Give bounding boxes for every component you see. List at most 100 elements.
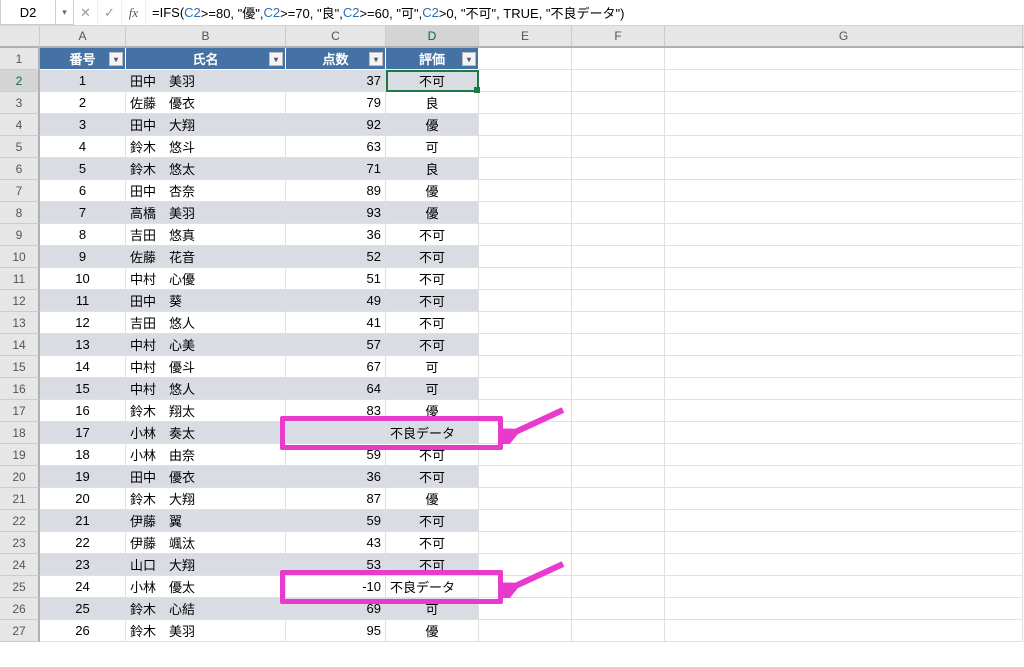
cell-score[interactable]: 93: [286, 202, 386, 224]
cell-grade[interactable]: 不可: [386, 224, 479, 246]
cell-empty[interactable]: [665, 378, 1023, 400]
cell-name[interactable]: 小林 由奈: [126, 444, 286, 466]
cell-empty[interactable]: [479, 92, 572, 114]
row-header-3[interactable]: 3: [0, 92, 40, 114]
cell-empty[interactable]: [479, 378, 572, 400]
column-header-f[interactable]: F: [572, 26, 665, 46]
cell-empty[interactable]: [572, 620, 665, 642]
cell-number[interactable]: 19: [40, 466, 126, 488]
cell-score[interactable]: 67: [286, 356, 386, 378]
row-header-17[interactable]: 17: [0, 400, 40, 422]
cell-score[interactable]: 37: [286, 70, 386, 92]
cell-score[interactable]: 87: [286, 488, 386, 510]
cell-grade[interactable]: 不可: [386, 466, 479, 488]
row-header-25[interactable]: 25: [0, 576, 40, 598]
cell-grade[interactable]: 不良データ: [386, 422, 479, 444]
cell-grade[interactable]: 優: [386, 202, 479, 224]
column-header-g[interactable]: G: [665, 26, 1023, 46]
cell-number[interactable]: 26: [40, 620, 126, 642]
th-score[interactable]: 点数▾: [286, 48, 386, 70]
cell-empty[interactable]: [665, 158, 1023, 180]
row-header-2[interactable]: 2: [0, 70, 40, 92]
cell-empty[interactable]: [665, 422, 1023, 444]
cell-empty[interactable]: [572, 70, 665, 92]
cell-number[interactable]: 15: [40, 378, 126, 400]
cell-grade[interactable]: 不可: [386, 290, 479, 312]
cell-score[interactable]: 92: [286, 114, 386, 136]
cell-empty[interactable]: [572, 180, 665, 202]
cell-empty[interactable]: [665, 510, 1023, 532]
cell-name[interactable]: 鈴木 心結: [126, 598, 286, 620]
cell-name[interactable]: 小林 優太: [126, 576, 286, 598]
cell-score[interactable]: 41: [286, 312, 386, 334]
cell-number[interactable]: 16: [40, 400, 126, 422]
cell-score[interactable]: [286, 422, 386, 444]
cell-empty[interactable]: [479, 510, 572, 532]
cell-empty[interactable]: [572, 488, 665, 510]
cell-name[interactable]: 田中 優衣: [126, 466, 286, 488]
cell-number[interactable]: 8: [40, 224, 126, 246]
column-header-c[interactable]: C: [286, 26, 386, 46]
cell-name[interactable]: 伊藤 颯汰: [126, 532, 286, 554]
cell-empty[interactable]: [572, 224, 665, 246]
cell-score[interactable]: 64: [286, 378, 386, 400]
cell-number[interactable]: 11: [40, 290, 126, 312]
row-header-12[interactable]: 12: [0, 290, 40, 312]
cell-empty[interactable]: [479, 158, 572, 180]
cell-empty[interactable]: [665, 48, 1023, 70]
cell-empty[interactable]: [572, 356, 665, 378]
row-header-15[interactable]: 15: [0, 356, 40, 378]
cell-number[interactable]: 12: [40, 312, 126, 334]
row-header-1[interactable]: 1: [0, 48, 40, 70]
cell-empty[interactable]: [665, 356, 1023, 378]
cell-empty[interactable]: [665, 576, 1023, 598]
cell-empty[interactable]: [479, 334, 572, 356]
cell-name[interactable]: 中村 心優: [126, 268, 286, 290]
row-header-4[interactable]: 4: [0, 114, 40, 136]
cell-name[interactable]: 田中 大翔: [126, 114, 286, 136]
cell-empty[interactable]: [665, 70, 1023, 92]
cell-number[interactable]: 4: [40, 136, 126, 158]
cell-grade[interactable]: 不可: [386, 312, 479, 334]
cell-empty[interactable]: [665, 136, 1023, 158]
row-header-20[interactable]: 20: [0, 466, 40, 488]
cell-empty[interactable]: [665, 268, 1023, 290]
cell-name[interactable]: 鈴木 翔太: [126, 400, 286, 422]
cell-number[interactable]: 17: [40, 422, 126, 444]
cell-number[interactable]: 14: [40, 356, 126, 378]
cell-empty[interactable]: [572, 334, 665, 356]
cell-empty[interactable]: [572, 48, 665, 70]
cell-grade[interactable]: 不可: [386, 334, 479, 356]
cell-number[interactable]: 21: [40, 510, 126, 532]
insert-function-button[interactable]: fx: [122, 0, 146, 25]
cell-empty[interactable]: [572, 554, 665, 576]
cell-name[interactable]: 伊藤 翼: [126, 510, 286, 532]
cell-grade[interactable]: 不可: [386, 444, 479, 466]
cell-empty[interactable]: [572, 466, 665, 488]
cell-empty[interactable]: [572, 532, 665, 554]
cell-empty[interactable]: [479, 400, 572, 422]
cell-grade[interactable]: 優: [386, 488, 479, 510]
cell-score[interactable]: 51: [286, 268, 386, 290]
cell-empty[interactable]: [572, 268, 665, 290]
cell-score[interactable]: 89: [286, 180, 386, 202]
cell-empty[interactable]: [665, 290, 1023, 312]
cell-score[interactable]: 36: [286, 466, 386, 488]
cell-score[interactable]: 59: [286, 510, 386, 532]
cell-empty[interactable]: [479, 246, 572, 268]
cell-empty[interactable]: [479, 290, 572, 312]
column-header-e[interactable]: E: [479, 26, 572, 46]
row-header-21[interactable]: 21: [0, 488, 40, 510]
cell-number[interactable]: 22: [40, 532, 126, 554]
cell-number[interactable]: 25: [40, 598, 126, 620]
cell-name[interactable]: 田中 杏奈: [126, 180, 286, 202]
cell-empty[interactable]: [665, 246, 1023, 268]
cell-grade[interactable]: 不可: [386, 246, 479, 268]
cell-score[interactable]: 59: [286, 444, 386, 466]
row-header-11[interactable]: 11: [0, 268, 40, 290]
cell-number[interactable]: 6: [40, 180, 126, 202]
cell-grade[interactable]: 良: [386, 158, 479, 180]
cell-number[interactable]: 9: [40, 246, 126, 268]
cell-number[interactable]: 20: [40, 488, 126, 510]
cell-grade[interactable]: 不可: [386, 510, 479, 532]
